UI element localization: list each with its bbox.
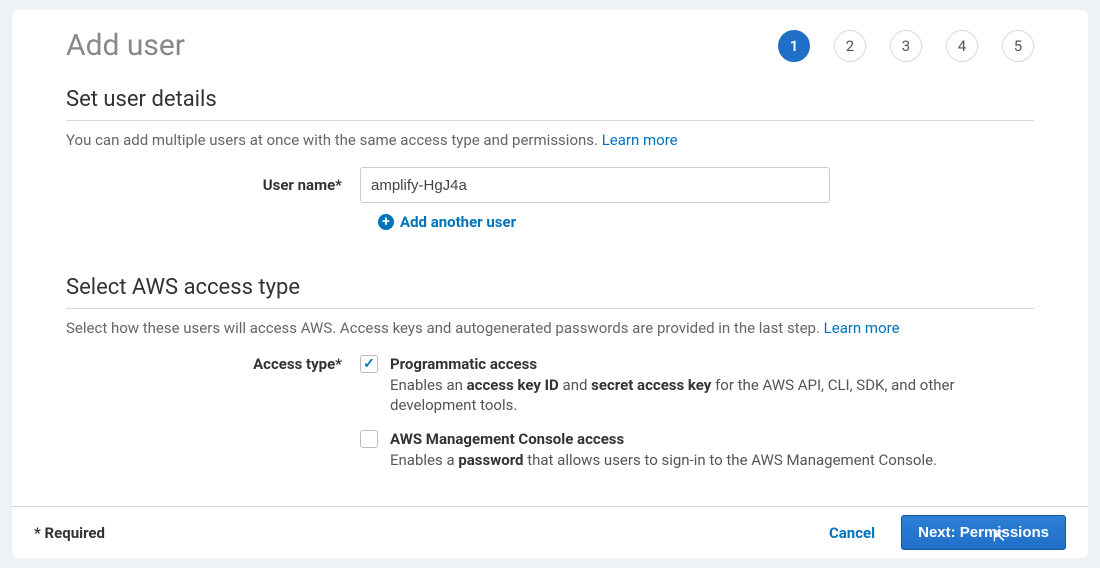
step-3[interactable]: 3 (890, 30, 922, 62)
step-4[interactable]: 4 (946, 30, 978, 62)
checkbox-console-access[interactable] (360, 430, 378, 448)
username-label: User name* (66, 176, 360, 194)
opt0-bold2: secret access key (591, 376, 711, 394)
option-programmatic-title: Programmatic access (390, 355, 1030, 373)
opt1-suffix: that allows users to sign-in to the AWS … (524, 451, 938, 469)
option-console-desc: Enables a password that allows users to … (390, 450, 1030, 470)
username-input[interactable] (360, 167, 830, 203)
step-5[interactable]: 5 (1002, 30, 1034, 62)
plus-circle-icon: + (378, 214, 394, 230)
learn-more-link-details[interactable]: Learn more (602, 131, 678, 149)
section-access-type-heading: Select AWS access type (66, 275, 1034, 300)
access-type-row-programmatic: Access type* Programmatic access Enables… (66, 355, 1034, 416)
username-row: User name* (66, 167, 1034, 203)
learn-more-link-access[interactable]: Learn more (824, 319, 900, 337)
details-desc-text: You can add multiple users at once with … (66, 131, 598, 149)
divider (66, 308, 1034, 309)
option-console-title: AWS Management Console access (390, 430, 1030, 448)
access-desc-text: Select how these users will access AWS. … (66, 319, 820, 337)
opt0-mid: and (559, 376, 591, 394)
divider (66, 120, 1034, 121)
opt0-bold1: access key ID (467, 376, 559, 394)
header: Add user 1 2 3 4 5 (12, 10, 1088, 63)
opt1-bold1: password (458, 451, 523, 469)
next-permissions-button[interactable]: Next: Permissions ⇱ (901, 515, 1066, 550)
section-set-user-details-description: You can add multiple users at once with … (66, 131, 1034, 149)
wizard-steps: 1 2 3 4 5 (778, 30, 1034, 62)
option-programmatic-desc: Enables an access key ID and secret acce… (390, 375, 1030, 416)
access-type-label: Access type* (66, 355, 360, 373)
section-set-user-details-heading: Set user details (66, 87, 1034, 112)
page-title: Add user (66, 28, 185, 63)
footer-bar: * Required Cancel Next: Permissions ⇱ (12, 506, 1088, 558)
add-another-user-button[interactable]: + Add another user (378, 213, 1034, 231)
access-type-row-console: AWS Management Console access Enables a … (66, 430, 1034, 470)
section-access-type-description: Select how these users will access AWS. … (66, 319, 1034, 337)
add-another-user-label: Add another user (400, 213, 516, 231)
opt1-prefix: Enables a (390, 451, 458, 469)
step-2[interactable]: 2 (834, 30, 866, 62)
checkbox-programmatic-access[interactable] (360, 355, 378, 373)
required-indicator: * Required (34, 524, 105, 542)
next-button-label: Next: Permissions (918, 524, 1049, 541)
cancel-button[interactable]: Cancel (829, 524, 875, 542)
step-1[interactable]: 1 (778, 30, 810, 62)
add-user-card: Add user 1 2 3 4 5 Set user details You … (12, 10, 1088, 558)
opt0-prefix: Enables an (390, 376, 467, 394)
